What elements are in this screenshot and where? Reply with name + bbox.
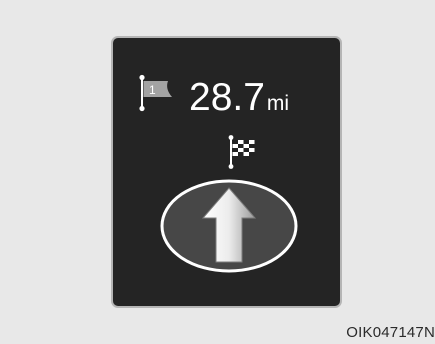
cluster-navigation-display: 1 28.7mi xyxy=(111,36,342,308)
checkered-flag-icon xyxy=(228,135,255,169)
distance-unit: mi xyxy=(266,92,290,115)
image-code-label: OIK047147N xyxy=(346,324,435,341)
waypoint-flag-icon: 1 xyxy=(139,74,172,112)
waypoint-number: 1 xyxy=(149,83,156,97)
distance-value: 28.7 xyxy=(189,76,265,119)
distance-readout: 28.7mi xyxy=(189,76,289,120)
straight-arrow-icon xyxy=(160,179,298,273)
